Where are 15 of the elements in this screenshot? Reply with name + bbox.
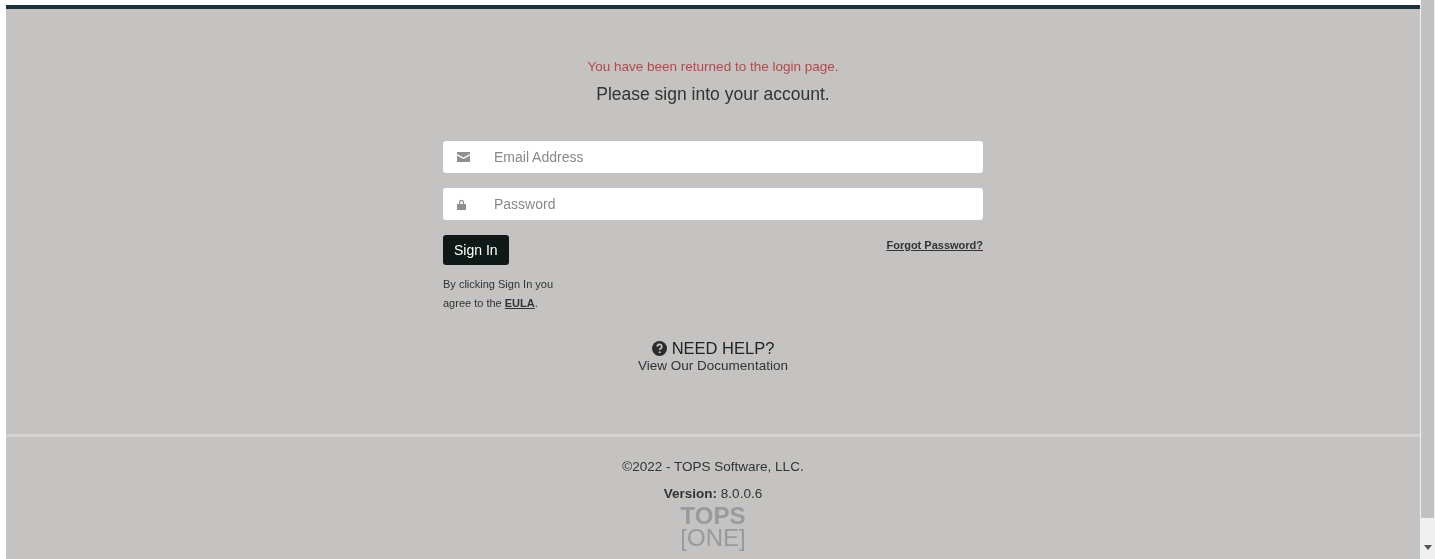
help-title: NEED HELP? <box>671 339 775 358</box>
alert-message: You have been returned to the login page. <box>587 59 839 74</box>
eula-notice: By clicking Sign In you agree to the EULA. <box>443 278 554 309</box>
version-text: Version: 8.0.0.6 <box>663 486 763 501</box>
email-field[interactable]: Email Address <box>443 141 983 173</box>
help-icon <box>651 341 667 356</box>
sign-in-button[interactable]: Sign In <box>443 235 509 265</box>
forgot-password-link[interactable]: Forgot Password? <box>886 239 983 251</box>
password-field[interactable]: Password <box>443 188 983 220</box>
heading: Please sign into your account. <box>596 84 830 105</box>
documentation-link[interactable]: View Our Documentation <box>638 358 788 373</box>
eula-link[interactable]: EULA <box>504 297 535 309</box>
scroll-down-arrow-icon[interactable] <box>1423 545 1432 550</box>
scrollbar[interactable] <box>1420 0 1435 559</box>
copyright: ©2022 - TOPS Software, LLC. <box>622 459 804 474</box>
